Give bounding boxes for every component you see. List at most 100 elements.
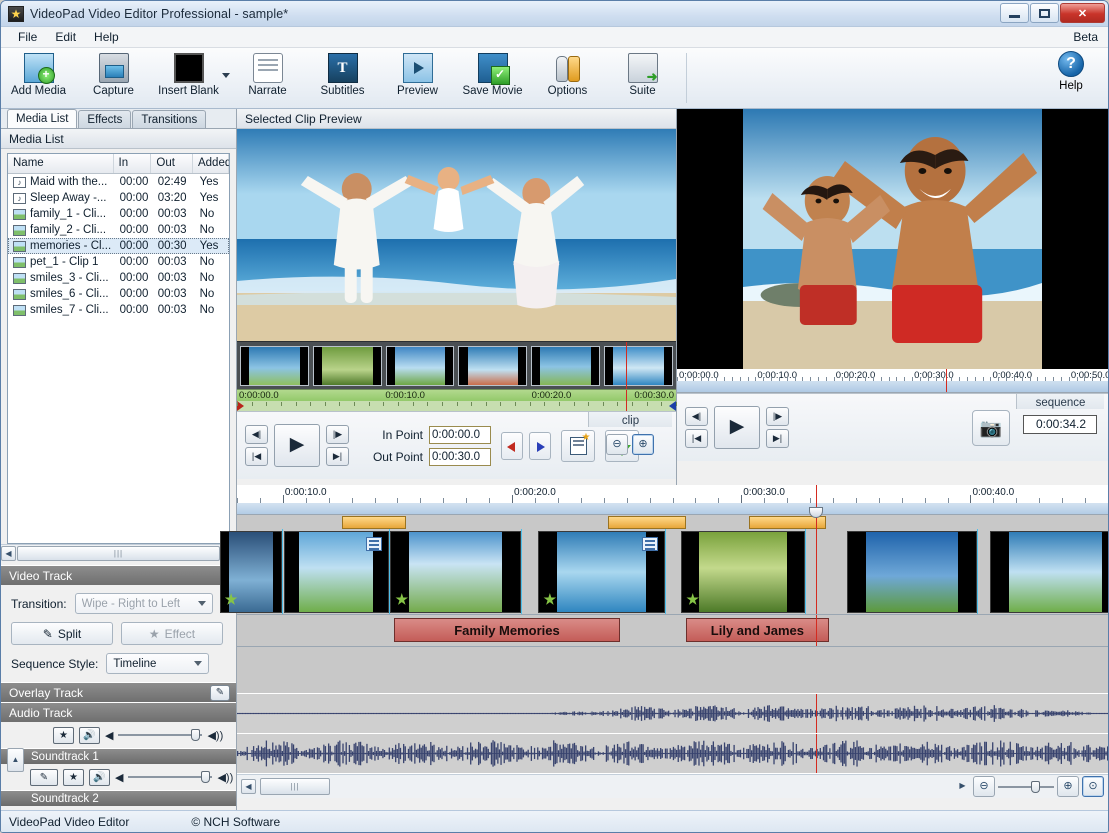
timeline-text-clip[interactable]: Family Memories: [393, 618, 621, 642]
sequence-preview-video[interactable]: [677, 109, 1108, 369]
timeline-soundtrack-1[interactable]: [237, 694, 1108, 734]
add-media-button[interactable]: Add Media: [1, 51, 76, 97]
slider-knob[interactable]: [201, 771, 211, 783]
clip-menu-icon[interactable]: [641, 537, 658, 551]
table-row[interactable]: ♪ Sleep Away -... 00:00 03:20 Yes: [8, 190, 229, 206]
effect-button[interactable]: ★ Effect: [121, 622, 223, 645]
filmstrip-thumb[interactable]: [604, 345, 673, 386]
soundtrack-vscrollbar[interactable]: ▲: [7, 748, 24, 772]
timeline-zoom-fit-button[interactable]: ⊙: [1082, 776, 1104, 797]
clip-step-back-button[interactable]: ◀|: [245, 425, 268, 444]
soundtrack-1-mute-icon[interactable]: 🔊: [89, 768, 110, 786]
filmstrip-thumb[interactable]: [531, 345, 601, 386]
subtitles-button[interactable]: Subtitles: [305, 51, 380, 97]
tab-media-list[interactable]: Media List: [7, 109, 78, 128]
transition-select[interactable]: Wipe - Right to Left: [74, 593, 213, 614]
timeline-hscrollbar[interactable]: ◀ ||| ▶ ⊖ ⊕ ⊙: [237, 774, 1108, 798]
column-header-name[interactable]: Name: [8, 154, 114, 173]
out-point-input[interactable]: 0:00:30.0: [429, 447, 491, 466]
scroll-up-icon[interactable]: ▲: [7, 748, 24, 772]
timeline-video-track[interactable]: [219, 515, 1108, 615]
tab-effects[interactable]: Effects: [78, 110, 132, 128]
sequence-style-select[interactable]: Timeline: [106, 653, 210, 674]
timeline-ruler[interactable]: 0:00:10.0 0:00:20.0 0:00:30.0 0:00:40.0: [237, 485, 1108, 518]
sequence-timecode[interactable]: 0:00:34.2: [1023, 415, 1097, 434]
camera-icon[interactable]: 📷: [972, 410, 1010, 446]
capture-button[interactable]: Capture: [76, 51, 151, 97]
clip-zoom-in-button[interactable]: ⊕: [632, 434, 654, 455]
in-point-input[interactable]: 0:00:00.0: [429, 425, 491, 444]
table-row[interactable]: pet_1 - Clip 1 00:00 00:03 No: [8, 254, 229, 270]
sequence-step-back-button[interactable]: ◀|: [685, 407, 708, 426]
effect-star-icon[interactable]: [395, 593, 409, 605]
filmstrip-thumb[interactable]: [240, 345, 309, 386]
close-button[interactable]: ✕: [1060, 3, 1105, 23]
clip-playhead[interactable]: [626, 390, 627, 411]
timeline-zoom-in-button[interactable]: ⊕: [1057, 776, 1079, 797]
sequence-play-button[interactable]: ▶: [714, 406, 760, 449]
table-row[interactable]: smiles_6 - Cli... 00:00 00:03 No: [8, 286, 229, 302]
save-movie-button[interactable]: Save Movie: [455, 51, 530, 97]
table-row[interactable]: memories - Cl... 00:00 00:30 Yes: [8, 238, 229, 254]
timeline-text-clip[interactable]: Lily and James: [685, 618, 830, 642]
timeline-video-clip[interactable]: [846, 531, 978, 613]
timeline-audio-track[interactable]: [237, 647, 1108, 694]
clip-zoom-out-button[interactable]: ⊖: [606, 434, 628, 455]
in-point-marker[interactable]: [237, 401, 244, 411]
timeline-video-clip[interactable]: [990, 531, 1108, 613]
soundtrack-1-effect-icon[interactable]: ★: [63, 768, 84, 786]
sequence-go-end-button[interactable]: ▶|: [766, 429, 789, 448]
timeline-scroll-right-icon[interactable]: ▶: [955, 779, 970, 794]
filmstrip-thumb[interactable]: [458, 345, 528, 386]
timeline-video-clip[interactable]: [538, 531, 665, 613]
timeline-overlay-track[interactable]: Family Memories Lily and James: [237, 615, 1108, 647]
minimize-button[interactable]: [1000, 3, 1029, 23]
menu-item-help[interactable]: Help: [85, 28, 128, 46]
sequence-step-forward-button[interactable]: |▶: [766, 407, 789, 426]
pencil-icon[interactable]: ✎: [210, 685, 230, 701]
column-header-in[interactable]: In: [114, 154, 152, 173]
slider-knob[interactable]: [1031, 780, 1040, 793]
insert-blank-dropdown-icon[interactable]: [222, 73, 230, 78]
timeline-transition-marker[interactable]: [607, 516, 687, 529]
table-row[interactable]: ♪ Maid with the... 00:00 02:49 Yes: [8, 174, 229, 190]
split-button[interactable]: ✎ Split: [11, 622, 113, 645]
timeline-video-clip[interactable]: [284, 531, 389, 613]
column-header-out[interactable]: Out: [151, 154, 193, 173]
table-row[interactable]: family_1 - Cli... 00:00 00:03 No: [8, 206, 229, 222]
timeline-scroll-left-icon[interactable]: ◀: [241, 779, 256, 794]
table-row[interactable]: smiles_3 - Cli... 00:00 00:03 No: [8, 270, 229, 286]
insert-blank-button[interactable]: Insert Blank: [151, 51, 226, 97]
timeline-soundtrack-2[interactable]: [237, 734, 1108, 774]
clip-go-end-button[interactable]: ▶|: [326, 447, 349, 466]
media-list-table[interactable]: Name In Out Added ♪ Maid with the... 00:00…: [7, 153, 230, 544]
soundtrack-1-split-icon[interactable]: ✎: [30, 768, 58, 786]
timeline-zoom-slider[interactable]: [998, 780, 1054, 793]
clip-play-button[interactable]: ▶: [274, 424, 320, 467]
clip-menu-icon[interactable]: [365, 537, 382, 551]
narrate-button[interactable]: Narrate: [230, 51, 305, 97]
filmstrip-thumb[interactable]: [385, 345, 455, 386]
filmstrip-thumb[interactable]: [312, 345, 382, 386]
set-in-point-button[interactable]: [501, 431, 523, 460]
audio-effect-icon[interactable]: ★: [53, 726, 74, 744]
clip-filmstrip[interactable]: [237, 341, 676, 389]
menu-item-file[interactable]: File: [9, 28, 46, 46]
sequence-timeline-ruler[interactable]: 0:00:00.0 0:00:10.0 0:00:20.0 0:00:30.0 0:00…: [677, 369, 1108, 393]
menu-item-edit[interactable]: Edit: [46, 28, 85, 46]
suite-button[interactable]: Suite: [605, 51, 680, 97]
clip-go-start-button[interactable]: |◀: [245, 447, 268, 466]
soundtrack-1-volume-slider[interactable]: [128, 771, 213, 783]
timeline-transition-marker[interactable]: [341, 516, 407, 529]
timeline-video-clip[interactable]: [390, 531, 521, 613]
column-header-added[interactable]: Added: [193, 154, 229, 173]
maximize-button[interactable]: [1030, 3, 1059, 23]
tab-transitions[interactable]: Transitions: [132, 110, 207, 128]
options-button[interactable]: Options: [530, 51, 605, 97]
audio-volume-slider[interactable]: [118, 729, 203, 741]
effect-star-icon[interactable]: [543, 593, 557, 605]
set-out-point-button[interactable]: [529, 431, 551, 460]
table-row[interactable]: smiles_7 - Cli... 00:00 00:03 No: [8, 302, 229, 318]
out-point-marker[interactable]: [669, 401, 676, 411]
preview-button[interactable]: Preview: [380, 51, 455, 97]
